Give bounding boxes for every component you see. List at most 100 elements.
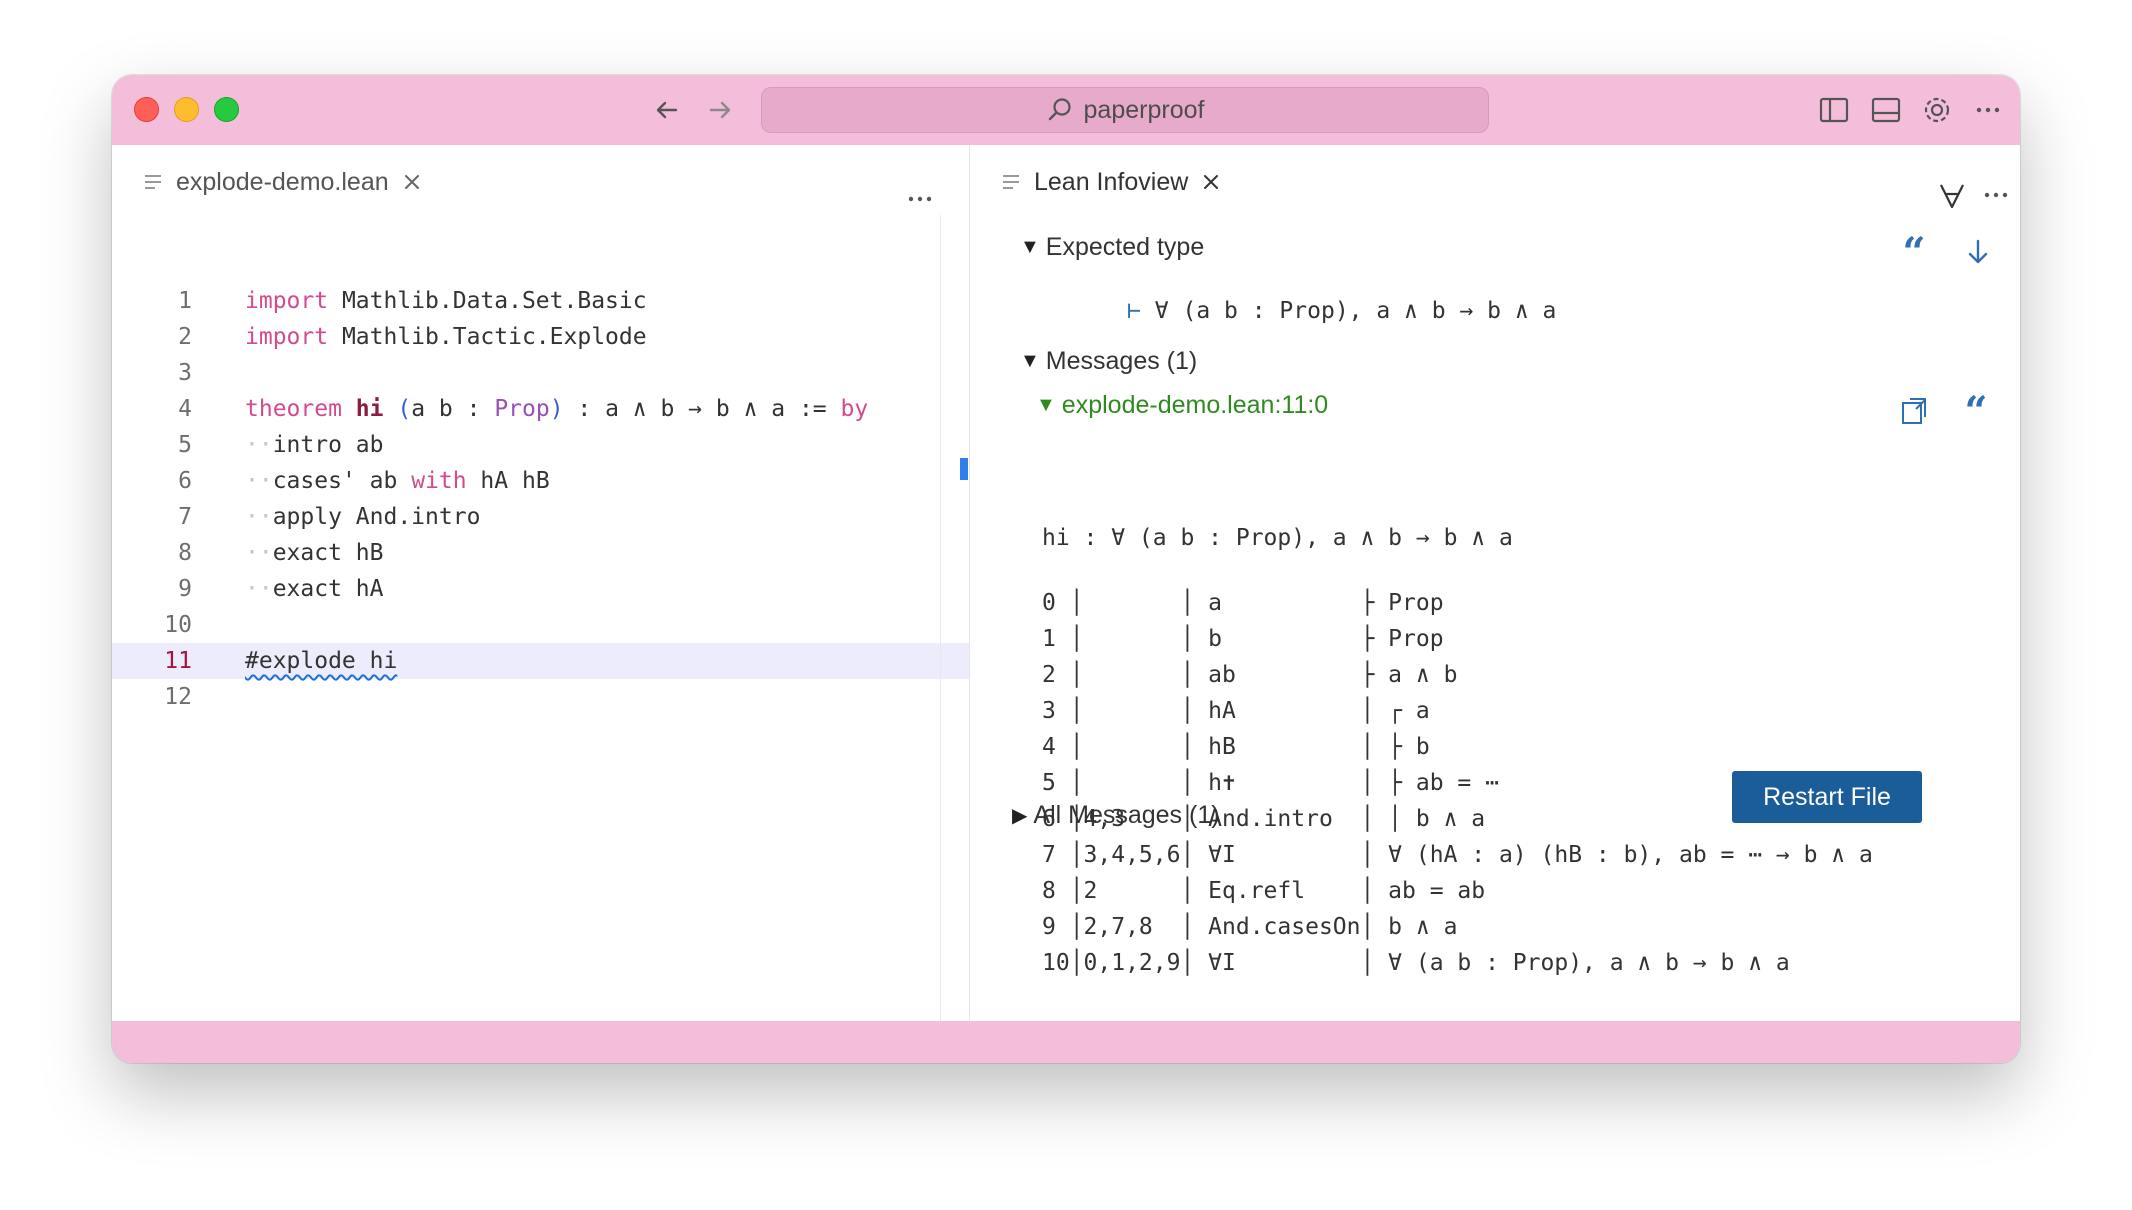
tab-label: Lean Infoview: [1034, 167, 1189, 196]
code-line[interactable]: 10: [112, 607, 969, 643]
line-text: #explode hi: [245, 643, 397, 679]
message-file-ref[interactable]: ▼ explode-demo.lean:11:0: [1036, 391, 1328, 420]
back-arrow-icon[interactable]: [650, 93, 684, 127]
expected-type-goal: ⊢ ∀ (a b : Prop), a ∧ b → b ∧ a: [1044, 272, 1556, 350]
code-token: #explode hi: [245, 648, 398, 674]
line-number: 4: [178, 396, 192, 422]
code-token: ··: [245, 576, 273, 602]
code-token: exact hB: [272, 540, 384, 566]
restart-file-button[interactable]: Restart File: [1732, 771, 1922, 823]
code-line[interactable]: 12: [112, 679, 969, 715]
code-token: hi: [355, 396, 384, 422]
code-token: theorem: [245, 396, 342, 422]
line-number: 2: [178, 324, 192, 350]
more-options-icon[interactable]: [1970, 92, 2006, 128]
line-number: 5: [178, 432, 192, 458]
tab-lean-infoview[interactable]: Lean Infoview: [1000, 165, 1222, 199]
overview-ruler-marker: [960, 458, 968, 480]
zoom-window-button[interactable]: [214, 97, 239, 122]
explode-row: 0 │ │ a ├ Prop: [1042, 590, 1444, 616]
code-line[interactable]: 6 ··cases' ab with hA hB: [112, 463, 969, 499]
minimize-window-button[interactable]: [174, 97, 199, 122]
code-line[interactable]: 1 import Mathlib.Data.Set.Basic: [112, 283, 969, 319]
code-token: import: [245, 288, 329, 314]
line-number: 1: [178, 288, 192, 314]
turnstile-symbol: ⊢: [1127, 298, 1141, 324]
code-line[interactable]: 9 ··exact hA: [112, 571, 969, 607]
code-token: Mathlib.Data.Set.Basic: [328, 288, 647, 314]
code-token: by: [840, 396, 869, 422]
code-token: hA hB: [466, 468, 550, 494]
line-text: import Mathlib.Data.Set.Basic: [245, 283, 647, 319]
line-text: ··exact hA: [245, 571, 383, 607]
tab-explode-demo[interactable]: explode-demo.lean: [142, 165, 423, 199]
explode-row: 4 │ │ hB │ ├ b: [1042, 734, 1430, 760]
expected-type-header[interactable]: ▼ Expected type: [1020, 233, 1204, 262]
explode-row: 3 │ │ hA │ ┌ a: [1042, 698, 1430, 724]
arrow-down-icon[interactable]: [1960, 234, 1996, 270]
goal-text: ∀ (a b : Prop), a ∧ b → b ∧ a: [1140, 298, 1557, 324]
explode-row: 8 │2 │ Eq.refl │ ab = ab: [1042, 878, 1486, 904]
collapse-triangle-icon: ▼: [1020, 350, 1040, 372]
forward-arrow-icon[interactable]: [703, 93, 737, 127]
explode-row: 7 │3,4,5,6│ ∀I │ ∀ (hA : a) (hB : b), ab…: [1042, 842, 1873, 868]
code-editor[interactable]: 1 import Mathlib.Data.Set.Basic 2 import Ma…: [112, 283, 969, 715]
expand-triangle-icon: ▶: [1012, 805, 1028, 827]
code-token: intro ab: [272, 432, 384, 458]
line-text: import Mathlib.Tactic.Explode: [245, 319, 647, 355]
close-tab-icon[interactable]: [401, 171, 423, 193]
explode-row: 9 │2,7,8 │ And.casesOn│ b ∧ a: [1042, 914, 1458, 940]
toggle-sidebar-icon[interactable]: [1816, 92, 1852, 128]
gear-icon[interactable]: [1919, 92, 1955, 128]
minimap-divider: [940, 215, 941, 1021]
editor-more-icon[interactable]: [902, 181, 938, 217]
code-line[interactable]: 2 import Mathlib.Tactic.Explode: [112, 319, 969, 355]
close-tab-icon[interactable]: [1200, 171, 1222, 193]
message-signature: hi : ∀ (a b : Prop), a ∧ b → b ∧ a: [1042, 525, 1513, 551]
forall-icon[interactable]: [1934, 177, 1970, 213]
line-text: theorem hi (a b : Prop) : a ∧ b → b ∧ a …: [245, 391, 868, 427]
toggle-panel-icon[interactable]: [1868, 92, 1904, 128]
line-text: ··exact hB: [245, 535, 383, 571]
app-window: paperproof explode-demo.lean 1 import Ma…: [112, 75, 2020, 1063]
code-line[interactable]: 11 #explode hi: [112, 643, 969, 679]
code-line[interactable]: 4 theorem hi (a b : Prop) : a ∧ b → b ∧ a…: [112, 391, 969, 427]
messages-title: Messages (1): [1045, 347, 1198, 375]
more-options-icon[interactable]: [1978, 177, 2014, 213]
line-number: 9: [178, 576, 192, 602]
code-token: with: [411, 468, 467, 494]
code-line[interactable]: 7 ··apply And.intro: [112, 499, 969, 535]
line-number: 8: [178, 540, 192, 566]
code-token: (: [397, 396, 412, 422]
search-icon: [1048, 98, 1071, 121]
svg-text:“: “: [1964, 393, 1987, 429]
line-number: 10: [164, 612, 192, 638]
quote-icon[interactable]: “: [1896, 234, 1932, 270]
code-line[interactable]: 8 ··exact hB: [112, 535, 969, 571]
tab-label: explode-demo.lean: [176, 167, 389, 196]
code-token: ··: [245, 540, 273, 566]
code-line[interactable]: 3: [112, 355, 969, 391]
code-token: a b :: [411, 396, 495, 422]
code-token: exact hA: [272, 576, 384, 602]
quote-icon[interactable]: “: [1958, 393, 1994, 429]
explode-row: 2 │ │ ab ├ a ∧ b: [1042, 662, 1458, 688]
line-text: ··apply And.intro: [245, 499, 480, 535]
all-messages-header[interactable]: ▶ All Messages (1): [1012, 801, 1220, 830]
collapse-triangle-icon: ▼: [1020, 236, 1040, 258]
go-to-location-icon[interactable]: [1896, 393, 1932, 429]
line-number: 12: [164, 684, 192, 710]
title-bar: paperproof: [112, 75, 2020, 145]
all-messages-title: All Messages (1): [1033, 801, 1220, 829]
message-location-link[interactable]: explode-demo.lean:11:0: [1062, 391, 1328, 420]
close-window-button[interactable]: [134, 97, 159, 122]
messages-header[interactable]: ▼ Messages (1): [1020, 347, 1197, 376]
command-center-search[interactable]: paperproof: [761, 87, 1489, 133]
code-line[interactable]: 5 ··intro ab: [112, 427, 969, 463]
code-token: apply And.intro: [272, 504, 481, 530]
editor-pane: explode-demo.lean 1 import Mathlib.Data.S…: [112, 145, 969, 1021]
code-token: ··: [245, 432, 273, 458]
svg-text:“: “: [1902, 234, 1925, 270]
